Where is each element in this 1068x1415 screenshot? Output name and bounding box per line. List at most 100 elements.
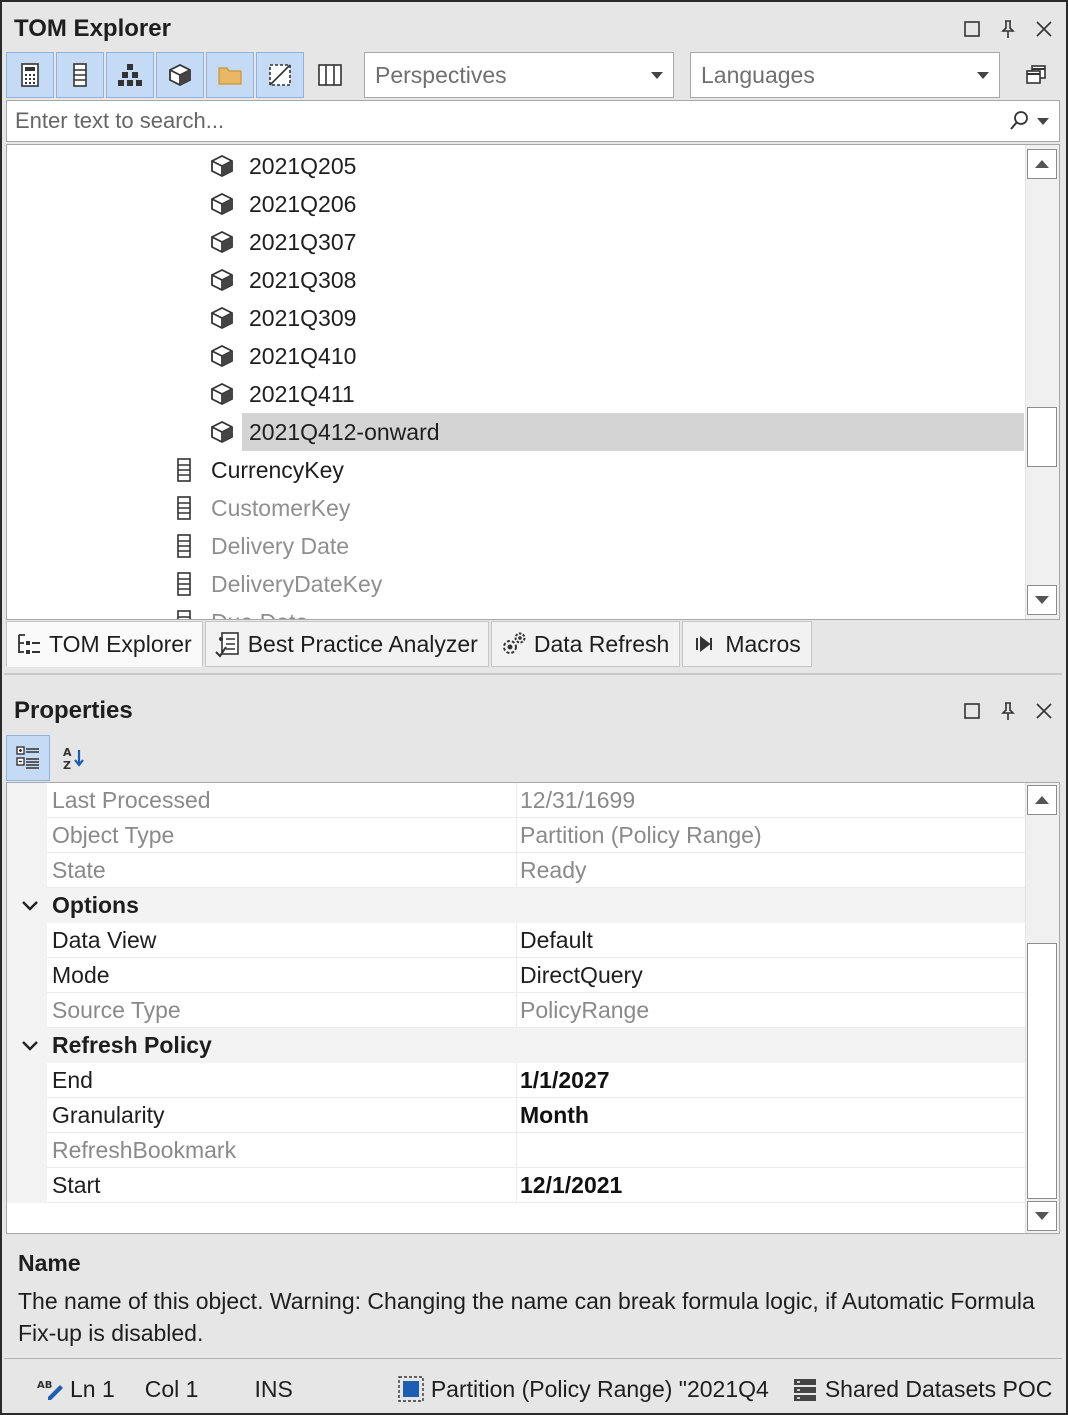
maximize-icon[interactable]	[954, 693, 990, 729]
arrow-down-icon	[1035, 596, 1049, 604]
display-folders-toggle-button[interactable]	[206, 52, 254, 98]
selection-status: Partition (Policy Range) "2021Q4	[397, 1375, 769, 1403]
tree-item-partition[interactable]: 2021Q308	[205, 261, 362, 299]
category-label: Refresh Policy	[52, 1032, 212, 1058]
property-name: Start	[7, 1168, 517, 1203]
search-icon[interactable]	[1007, 109, 1031, 133]
category-refresh-policy[interactable]: Refresh Policy	[7, 1028, 1027, 1063]
tree-scrollbar[interactable]	[1025, 145, 1059, 619]
measures-toggle-button[interactable]	[6, 52, 54, 98]
property-value[interactable]: Default	[517, 923, 1027, 958]
hierarchies-toggle-button[interactable]	[106, 52, 154, 98]
property-value[interactable]: 1/1/2027	[517, 1063, 1027, 1098]
property-row-granularity[interactable]: Granularity Month	[7, 1098, 1027, 1133]
tree-item-label: 2021Q309	[249, 305, 357, 331]
property-row-end[interactable]: End 1/1/2027	[7, 1063, 1027, 1098]
line-number: Ln 1	[70, 1375, 115, 1402]
row-gutter	[7, 923, 47, 958]
property-row-source-type[interactable]: Source Type PolicyRange	[7, 993, 1027, 1028]
search-options-chevron-icon[interactable]	[1037, 117, 1049, 125]
scroll-down-button[interactable]	[1027, 1201, 1057, 1231]
property-name: Mode	[7, 958, 517, 993]
arrow-up-icon	[1035, 796, 1049, 804]
property-value[interactable]: Month	[517, 1098, 1027, 1133]
svg-text:AB: AB	[37, 1380, 52, 1391]
chevron-down-icon[interactable]	[7, 900, 52, 912]
pane-divider[interactable]	[4, 673, 1062, 675]
scroll-down-button[interactable]	[1027, 585, 1057, 615]
property-row-mode[interactable]: Mode DirectQuery	[7, 958, 1027, 993]
tree-item-partition[interactable]: 2021Q307	[205, 223, 362, 261]
tree-item-partition[interactable]: 2021Q205	[205, 147, 362, 185]
tree-item-label: DeliveryDateKey	[211, 571, 383, 597]
partitions-toggle-button[interactable]	[156, 52, 204, 98]
tree-item-column[interactable]: CustomerKey	[167, 489, 356, 527]
arrow-down-icon	[1035, 1212, 1049, 1220]
alphabetical-view-button[interactable]: AZ	[52, 735, 96, 781]
play-macro-icon	[696, 636, 713, 652]
property-row-object-type[interactable]: Object Type Partition (Policy Range)	[7, 818, 1027, 853]
row-gutter	[7, 853, 47, 888]
partition-icon	[205, 263, 239, 297]
partition-icon	[205, 415, 239, 449]
tree-item-column[interactable]: CurrencyKey	[167, 451, 350, 489]
database-icon	[793, 1379, 816, 1401]
property-row-refresh-bookmark[interactable]: RefreshBookmark	[7, 1133, 1027, 1168]
tree-item-partition[interactable]: 2021Q309	[205, 299, 362, 337]
tab-tom-explorer[interactable]: TOM Explorer	[6, 621, 203, 667]
property-row-start[interactable]: Start 12/1/2021	[7, 1168, 1027, 1203]
tab-best-practice-analyzer[interactable]: Best Practice Analyzer	[204, 621, 489, 667]
tree-item-column[interactable]: DeliveryDateKey	[167, 565, 388, 603]
status-divider	[4, 1358, 1062, 1359]
categorized-view-button[interactable]	[6, 735, 50, 781]
tom-explorer-header: TOM Explorer	[4, 4, 1062, 54]
model-status: Shared Datasets POC	[791, 1375, 1052, 1403]
app-frame: TOM Explorer Perspectives Languages Ente…	[0, 0, 1068, 1415]
column-icon	[167, 529, 201, 563]
tree-item-partition[interactable]: 2021Q206	[205, 185, 362, 223]
property-grid-scrollbar[interactable]	[1025, 783, 1059, 1233]
partition-icon	[205, 377, 239, 411]
tree-item-partition[interactable]: 2021Q410	[205, 337, 362, 375]
category-label: Options	[52, 892, 139, 918]
property-name: State	[7, 853, 517, 888]
hierarchy-icon	[118, 64, 142, 86]
gears-icon	[502, 632, 526, 654]
search-input[interactable]	[7, 108, 1007, 134]
scroll-up-button[interactable]	[1027, 785, 1057, 815]
metadata-columns-button[interactable]	[306, 52, 354, 98]
partition-icon	[205, 149, 239, 183]
tab-data-refresh[interactable]: Data Refresh	[490, 621, 681, 667]
scroll-thumb[interactable]	[1027, 407, 1057, 467]
tab-macros[interactable]: Macros	[682, 621, 812, 667]
tree-item-column[interactable]: Due Date	[167, 603, 314, 619]
scroll-thumb[interactable]	[1027, 943, 1057, 1199]
maximize-icon[interactable]	[954, 11, 990, 47]
tree-item-partition[interactable]: 2021Q411	[205, 375, 361, 413]
property-row-state[interactable]: State Ready	[7, 853, 1027, 888]
tree-item-label: 2021Q410	[249, 343, 357, 369]
column-icon	[73, 63, 87, 87]
close-icon[interactable]	[1026, 11, 1062, 47]
property-row-last-processed[interactable]: Last Processed 12/31/1699	[7, 783, 1027, 818]
close-icon[interactable]	[1026, 693, 1062, 729]
tree-item-label: 2021Q411	[249, 381, 355, 407]
hidden-objects-toggle-button[interactable]	[256, 52, 304, 98]
tree-item-column[interactable]: Delivery Date	[167, 527, 355, 565]
tree-item-partition-selected[interactable]: 2021Q412-onward	[205, 413, 446, 451]
insert-mode: INS	[254, 1375, 293, 1402]
new-window-button[interactable]	[1012, 52, 1060, 98]
pin-icon[interactable]	[990, 11, 1026, 47]
columns-toggle-button[interactable]	[56, 52, 104, 98]
property-value[interactable]: 12/1/2021	[517, 1168, 1027, 1203]
property-row-data-view[interactable]: Data View Default	[7, 923, 1027, 958]
chevron-down-icon[interactable]	[7, 1040, 52, 1052]
property-value[interactable]: DirectQuery	[517, 958, 1027, 993]
perspectives-dropdown-label: Perspectives	[375, 61, 507, 88]
languages-dropdown[interactable]: Languages	[690, 52, 1000, 98]
category-options[interactable]: Options	[7, 888, 1027, 923]
status-bar: AB Ln 1 Col 1 INS Partition (Policy Rang…	[4, 1364, 1066, 1414]
perspectives-dropdown[interactable]: Perspectives	[364, 52, 674, 98]
pin-icon[interactable]	[990, 693, 1026, 729]
scroll-up-button[interactable]	[1027, 149, 1057, 179]
